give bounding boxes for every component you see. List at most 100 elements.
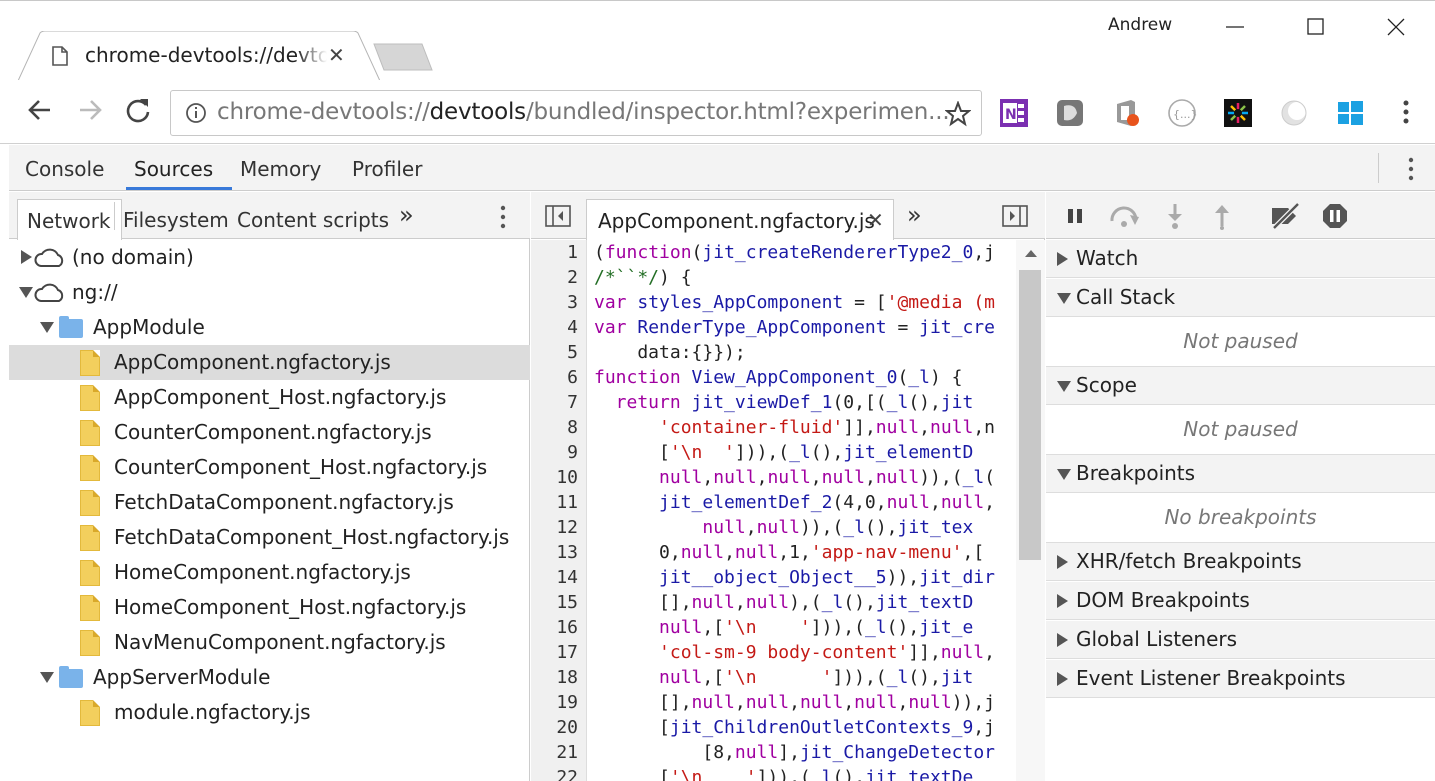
debugger-section-header[interactable]: Watch (1046, 240, 1435, 278)
line-number[interactable]: 18 (556, 667, 578, 688)
minimize-icon[interactable] (1220, 12, 1250, 42)
collapsed-right-arrow-icon[interactable] (1057, 252, 1068, 266)
file-tree-item[interactable]: HomeComponent_Host.ngfactory.js (9, 590, 530, 625)
onenote-icon[interactable]: N (999, 98, 1029, 128)
expand-down-arrow-icon[interactable] (1057, 381, 1071, 392)
tab-filesystem[interactable]: Filesystem (123, 208, 229, 232)
pause-on-exceptions-icon[interactable] (1321, 202, 1349, 234)
line-number[interactable]: 4 (567, 317, 578, 338)
line-number[interactable]: 20 (556, 717, 578, 738)
line-number[interactable]: 10 (556, 467, 578, 488)
collapsed-right-arrow-icon[interactable] (1057, 672, 1068, 686)
editor-file-tab[interactable]: AppComponent.ngfactory.js ✕ (586, 199, 894, 240)
debugger-section-header[interactable]: Call Stack (1046, 279, 1435, 317)
silver-extension-icon[interactable] (1279, 98, 1309, 128)
grey-extension-icon[interactable] (1055, 98, 1085, 128)
debugger-section-header[interactable]: Global Listeners (1046, 621, 1435, 659)
close-file-icon[interactable]: ✕ (867, 208, 884, 232)
tab-content-scripts[interactable]: Content scripts (237, 208, 389, 232)
scrollbar-thumb[interactable] (1019, 270, 1041, 560)
tab-console[interactable]: Console (25, 157, 104, 181)
line-number[interactable]: 5 (567, 342, 578, 363)
bookmark-star-icon[interactable] (944, 100, 972, 131)
step-over-icon[interactable] (1108, 203, 1142, 233)
devtools-menu-icon[interactable] (1405, 155, 1417, 187)
editor-scrollbar[interactable] (1016, 240, 1045, 781)
reload-icon[interactable] (124, 96, 152, 128)
address-bar[interactable]: chrome-devtools://devtools/bundled/inspe… (170, 90, 982, 136)
collapsed-right-arrow-icon[interactable] (1057, 633, 1068, 647)
tab-profiler[interactable]: Profiler (352, 157, 422, 181)
tab-sources[interactable]: Sources (134, 157, 213, 181)
step-into-icon[interactable] (1164, 202, 1186, 234)
scroll-up-arrow-icon[interactable] (1025, 250, 1037, 257)
line-number[interactable]: 3 (567, 292, 578, 313)
maximize-icon[interactable] (1301, 12, 1331, 42)
folder-tree-item[interactable]: AppServerModule (9, 660, 530, 695)
expand-down-arrow-icon[interactable] (40, 672, 54, 683)
code-editor[interactable]: 1 2 3 4 5 6 7 8 9 10 11 12 13 14 15 16 17 18 19 20 21 22 (fun… (531, 240, 1045, 781)
collapsed-right-arrow-icon[interactable] (1057, 594, 1068, 608)
file-tree-item[interactable]: CounterComponent_Host.ngfactory.js (9, 450, 530, 485)
more-files-chevron-icon[interactable]: » (907, 201, 922, 229)
more-tabs-chevron-icon[interactable]: » (399, 201, 414, 229)
windows-icon[interactable] (1335, 98, 1365, 128)
line-number[interactable]: 11 (556, 492, 578, 513)
collapsed-right-arrow-icon[interactable] (1057, 555, 1068, 569)
step-out-icon[interactable] (1211, 202, 1233, 234)
line-number[interactable]: 19 (556, 692, 578, 713)
file-tree-item[interactable]: HomeComponent.ngfactory.js (9, 555, 530, 590)
navigator-menu-icon[interactable] (497, 204, 509, 234)
file-tree-item[interactable]: FetchDataComponent.ngfactory.js (9, 485, 530, 520)
folder-tree-item[interactable]: AppModule (9, 310, 530, 345)
collapsed-right-arrow-icon[interactable] (21, 250, 32, 264)
file-tree-item[interactable]: CounterComponent.ngfactory.js (9, 415, 530, 450)
line-number[interactable]: 6 (567, 367, 578, 388)
chrome-menu-icon[interactable] (1396, 98, 1416, 132)
back-arrow-icon[interactable] (26, 96, 54, 128)
office-icon[interactable] (1111, 98, 1141, 128)
tab-memory[interactable]: Memory (240, 157, 321, 181)
line-number[interactable]: 16 (556, 617, 578, 638)
line-number[interactable]: 21 (556, 742, 578, 763)
file-tree-item[interactable]: NavMenuComponent.ngfactory.js (9, 625, 530, 660)
line-number[interactable]: 8 (567, 417, 578, 438)
file-tree-item[interactable]: FetchDataComponent_Host.ngfactory.js (9, 520, 530, 555)
domain-tree-item[interactable]: (no domain) (9, 240, 530, 275)
file-tree-item[interactable]: AppComponent.ngfactory.js (9, 345, 530, 380)
expand-down-arrow-icon[interactable] (19, 287, 33, 298)
tab-network[interactable]: Network (17, 199, 122, 240)
toggle-navigator-icon[interactable] (545, 205, 571, 231)
profile-name[interactable]: Andrew (1108, 15, 1172, 35)
line-number[interactable]: 17 (556, 642, 578, 663)
domain-tree-item[interactable]: ng:// (9, 275, 530, 310)
expand-down-arrow-icon[interactable] (1057, 293, 1071, 304)
url-text[interactable]: chrome-devtools://devtools/bundled/inspe… (217, 99, 950, 125)
expand-down-arrow-icon[interactable] (40, 322, 54, 333)
line-number[interactable]: 1 (567, 242, 578, 263)
deactivate-breakpoints-icon[interactable] (1268, 202, 1302, 233)
line-number[interactable]: 13 (556, 542, 578, 563)
file-tree-item[interactable]: AppComponent_Host.ngfactory.js (9, 380, 530, 415)
toggle-debugger-icon[interactable] (1002, 205, 1028, 231)
line-number[interactable]: 9 (567, 442, 578, 463)
line-number[interactable]: 14 (556, 567, 578, 588)
debugger-section-header[interactable]: XHR/fetch Breakpoints (1046, 543, 1435, 581)
forward-arrow-icon[interactable] (76, 96, 104, 128)
close-window-icon[interactable] (1381, 12, 1411, 42)
debugger-section-header[interactable]: Scope (1046, 367, 1435, 405)
new-tab-button[interactable] (372, 42, 434, 76)
line-number[interactable]: 15 (556, 592, 578, 613)
line-number[interactable]: 22 (556, 767, 578, 781)
expand-down-arrow-icon[interactable] (1057, 469, 1071, 480)
colorful-extension-icon[interactable] (1223, 98, 1253, 128)
line-number[interactable]: 2 (567, 267, 578, 288)
debugger-section-header[interactable]: DOM Breakpoints (1046, 582, 1435, 620)
debugger-section-header[interactable]: Breakpoints (1046, 455, 1435, 493)
info-icon[interactable] (185, 102, 207, 128)
line-number[interactable]: 12 (556, 517, 578, 538)
debugger-section-header[interactable]: Event Listener Breakpoints (1046, 660, 1435, 698)
pause-icon[interactable] (1065, 206, 1087, 230)
json-viewer-icon[interactable]: {...} (1167, 98, 1198, 128)
file-tree-item[interactable]: module.ngfactory.js (9, 695, 530, 730)
